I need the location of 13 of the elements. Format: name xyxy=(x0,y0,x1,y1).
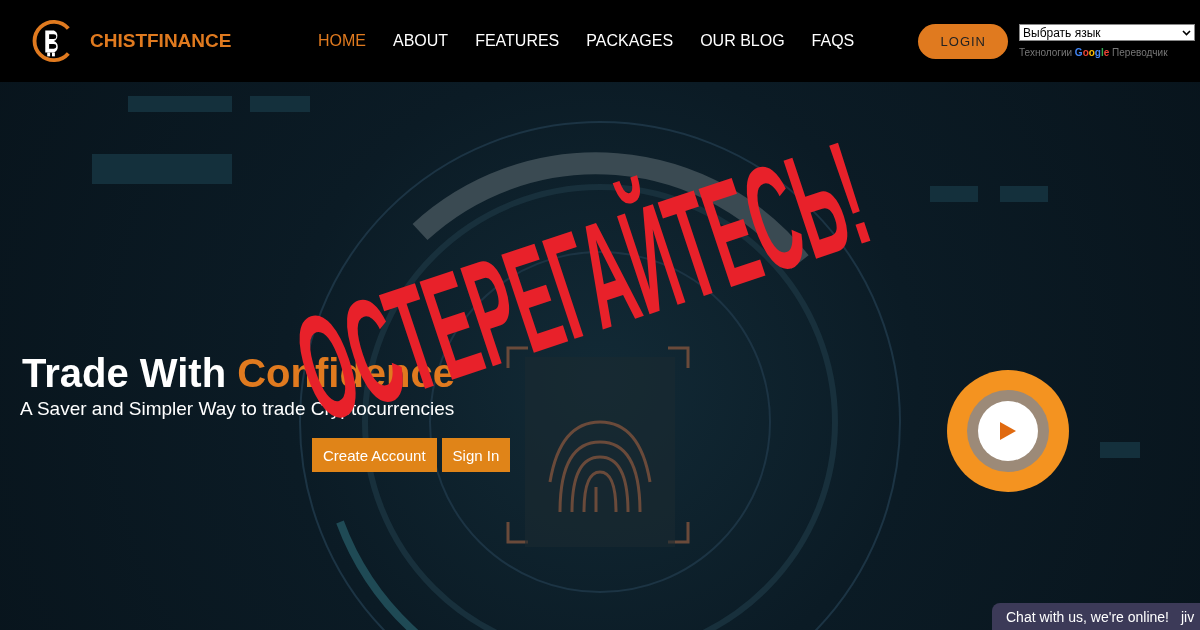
nav-link[interactable]: ABOUT xyxy=(393,32,449,50)
nav-link[interactable]: OUR BLOG xyxy=(700,32,785,50)
language-select[interactable]: Выбрать язык xyxy=(1019,24,1195,41)
nav-link[interactable]: PACKAGES xyxy=(586,32,674,50)
chat-widget[interactable]: Chat with us, we're online! jiv xyxy=(992,603,1200,630)
nav-link[interactable]: HOME xyxy=(318,32,366,50)
chevron-down-icon xyxy=(1182,29,1191,36)
brand-name: CHISTFINANCE xyxy=(90,30,232,52)
play-icon xyxy=(999,421,1017,441)
translate-credit: Технологии Google Переводчик xyxy=(1019,47,1169,58)
login-button[interactable]: LOGIN xyxy=(918,23,1009,59)
nav-link[interactable]: FAQS xyxy=(811,32,855,50)
nav-link[interactable]: FEATURES xyxy=(475,32,560,50)
